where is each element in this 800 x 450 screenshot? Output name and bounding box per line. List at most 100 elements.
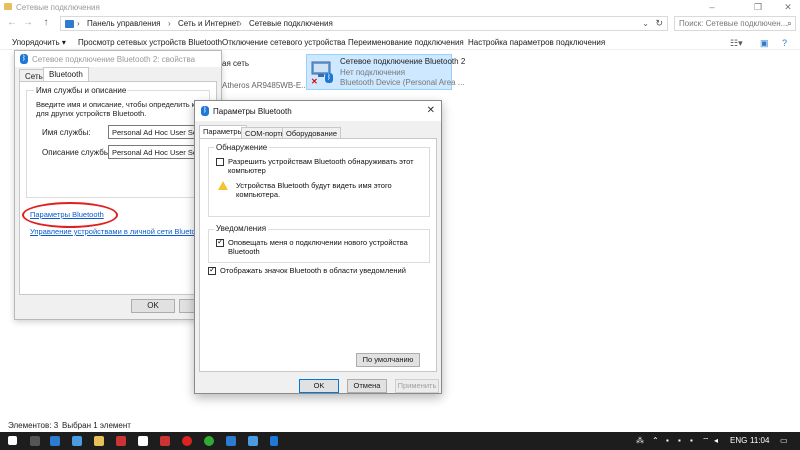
tray-chevron-icon[interactable]: ⌃ [652,436,659,445]
service-name-label: Имя службы: [42,128,91,137]
allow-discovery-checkbox[interactable] [216,158,224,166]
label-line: Bluetooth [228,247,260,256]
browser-icon[interactable] [50,436,60,446]
selected-connection-item[interactable]: ᛒ ✕ Сетевое подключение Bluetooth 2 Нет … [306,54,465,90]
forward-button[interactable]: → [22,17,34,29]
title-bar: Сетевые подключения – ❐ ✕ [0,0,800,14]
refresh-icon[interactable]: ↻ [655,18,663,29]
warning-text: Устройства Bluetooth будут видеть имя эт… [236,181,392,199]
back-button[interactable]: ← [6,17,18,29]
file-icon[interactable] [72,436,82,446]
people-icon[interactable]: ⁂ [636,436,644,445]
connection-name: Сетевое подключение Bluetooth 2 [340,57,466,66]
group-title: Имя службы и описание [34,86,129,95]
tray-app-icon[interactable]: ▪ [666,436,669,445]
app-icon[interactable] [160,436,170,446]
list-item[interactable]: ая сеть Atheros AR9485WB-E... [222,58,308,92]
ok-button[interactable]: OK [299,379,339,393]
tab-parameters[interactable]: Параметры [199,125,247,139]
view-bluetooth-devices-button[interactable]: Просмотр сетевых устройств Bluetooth [78,38,222,47]
tray-app-icon[interactable]: ▪ [690,436,693,445]
window-title: Сетевые подключения [16,3,100,12]
chevron-down-icon[interactable]: ⌄ [642,19,649,28]
connection-device: Bluetooth Device (Personal Area ... [340,78,465,87]
desc-line: Введите имя и описание, чтобы определить… [36,100,216,109]
label-line: компьютер [228,166,266,175]
notifications-icon[interactable]: ▭ [780,436,788,445]
network-icon[interactable]: ⌔ [702,436,710,446]
organize-menu[interactable]: Упорядочить ▾ [12,38,66,47]
dialog-title-bar: ᛒ Сетевое подключение Bluetooth 2: свойс… [15,51,221,67]
bluetooth-icon: ᛒ [20,54,28,64]
show-tray-icon-checkbox[interactable] [208,265,216,275]
selected-count: Выбран 1 элемент [62,421,131,430]
language-indicator[interactable]: ENG [730,436,747,445]
disconnected-icon: ✕ [311,77,318,86]
breadcrumb-network[interactable]: Сеть и Интернет [178,19,240,28]
address-bar[interactable]: › Панель управления › Сеть и Интернет › … [60,16,668,31]
close-button[interactable]: ✕ [776,0,800,14]
maximize-button[interactable]: ❐ [746,0,770,14]
opera-icon[interactable] [182,436,192,446]
volume-icon[interactable]: ◂ [714,436,718,445]
desc-line: для других устройств Bluetooth. [36,109,147,118]
label-line: Разрешить устройствам Bluetooth обнаружи… [228,157,414,166]
manage-pan-devices-link[interactable]: Управление устройствами в личной сети Bl… [30,227,206,236]
item-count: Элементов: 3 [8,421,59,430]
address-row: ← → ↑ › Панель управления › Сеть и Интер… [0,14,800,32]
ok-button[interactable]: OK [131,299,175,313]
label-line: Оповещать меня о подключении нового устр… [228,238,408,247]
disconnect-device-button[interactable]: Отключение сетевого устройства [222,38,346,47]
breadcrumb-separator: › [77,19,80,28]
up-button[interactable]: ↑ [40,17,52,29]
apply-button[interactable]: Применить [395,379,439,393]
dialog-title-bar: ᛒ Параметры Bluetooth ✕ [195,101,441,121]
app-icon[interactable] [204,436,214,446]
media-icon[interactable] [116,436,126,446]
restore-defaults-button[interactable]: По умолчанию [356,353,420,367]
bluetooth-icon: ᛒ [201,106,209,116]
warning-icon [218,181,228,190]
folder-icon[interactable] [94,436,104,446]
warning-line: Устройства Bluetooth будут видеть имя эт… [236,181,392,190]
allow-discovery-label: Разрешить устройствам Bluetooth обнаружи… [228,157,414,175]
tray-app-icon[interactable]: ▪ [678,436,681,445]
view-options-icon[interactable]: ☷▾ [730,38,743,49]
notify-new-device-checkbox[interactable] [216,237,224,247]
dialog-title: Сетевое подключение Bluetooth 2: свойств… [32,55,196,64]
help-icon[interactable]: ? [782,38,787,48]
properties-dialog: ᛒ Сетевое подключение Bluetooth 2: свойс… [14,50,223,320]
tab-bluetooth[interactable]: Bluetooth [43,67,89,82]
search-placeholder: Поиск: Сетевые подключен... [679,19,788,28]
edge-icon[interactable] [226,436,236,446]
close-icon[interactable]: ✕ [427,105,435,116]
taskbar: ⁂ ⌃ ▪ ▪ ▪ ⌔ ◂ ENG 11:04 ▭ [0,432,800,450]
start-windows-icon[interactable] [8,436,17,445]
rename-connection-button[interactable]: Переименование подключения [348,38,464,47]
show-tray-icon-label: Отображать значок Bluetooth в области ув… [220,266,406,275]
dialog-title: Параметры Bluetooth [213,107,292,116]
service-desc-label: Описание службы: [42,148,112,157]
breadcrumb-connections[interactable]: Сетевые подключения [249,19,333,28]
task-view-icon[interactable] [30,436,40,446]
clock[interactable]: 11:04 [750,436,769,445]
document-icon[interactable] [138,436,148,446]
discovery-title: Обнаружение [214,143,270,152]
breadcrumb-control-panel[interactable]: Панель управления [87,19,161,28]
preview-pane-icon[interactable]: ▣ [760,38,769,49]
bluetooth-icon[interactable] [270,436,278,446]
search-icon[interactable]: ⌕ [787,18,792,29]
bluetooth-tab-panel: Имя службы и описание Введите имя и опис… [19,81,217,295]
search-input[interactable]: Поиск: Сетевые подключен... ⌕ [674,16,796,31]
list-item-label: ая сеть [222,59,250,68]
connection-settings-button[interactable]: Настройка параметров подключения [468,38,605,47]
cancel-button[interactable]: Отмена [347,379,387,393]
minimize-button[interactable]: – [700,0,724,14]
parameters-tab-panel: Обнаружение Разрешить устройствам Blueto… [199,138,437,372]
annotation-circle [22,202,118,228]
notify-new-device-label: Оповещать меня о подключении нового устр… [228,238,408,256]
folder-icon [4,3,12,10]
list-item-device: Atheros AR9485WB-E... [222,81,308,90]
status-bar: Элементов: 3 Выбран 1 элемент [0,418,800,432]
settings-icon[interactable] [248,436,258,446]
